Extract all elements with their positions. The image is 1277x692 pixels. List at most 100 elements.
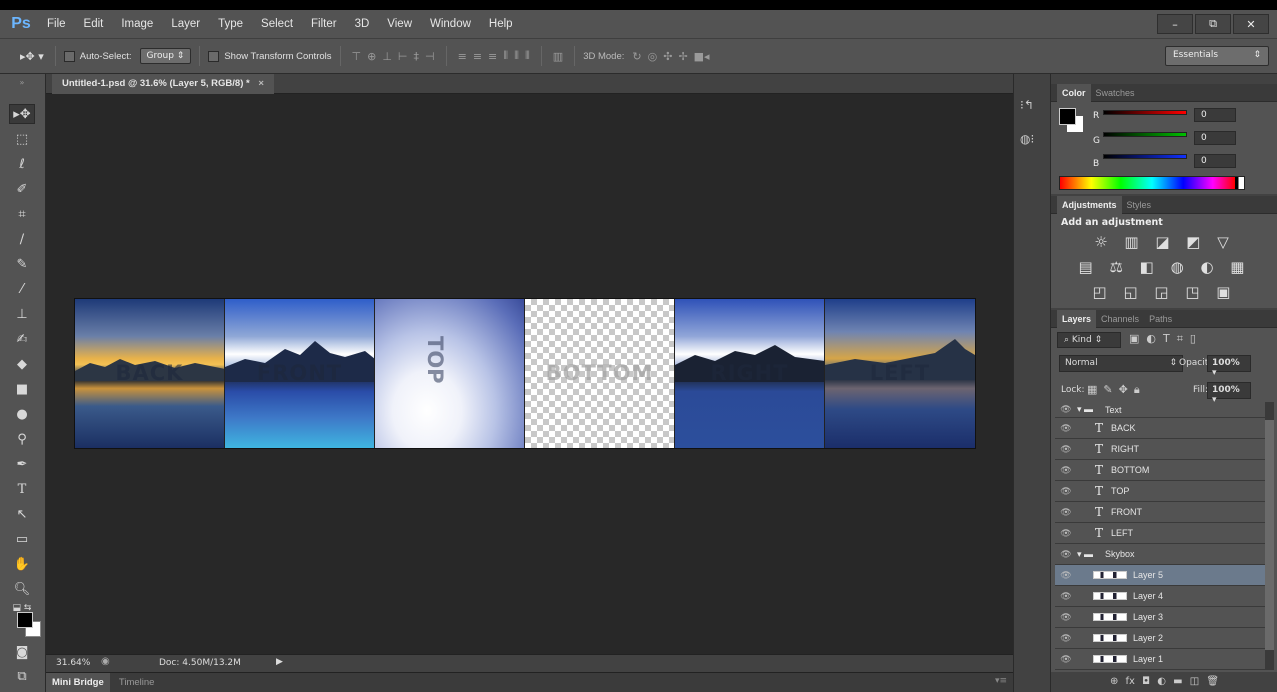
history-brush-tool-icon[interactable]: ✍ xyxy=(9,329,35,349)
lasso-tool-icon[interactable]: ℓ xyxy=(9,154,35,174)
eyedropper-tool-icon[interactable]: ∕ xyxy=(9,229,35,249)
align-bottom-icon[interactable]: ⊥ xyxy=(382,50,392,63)
menu-help[interactable]: Help xyxy=(480,10,522,38)
eye-icon[interactable]: 👁︎ xyxy=(1055,654,1077,665)
g-value[interactable]: 0 xyxy=(1194,131,1236,145)
eye-icon[interactable]: 👁︎ xyxy=(1055,465,1077,476)
type-tool-icon[interactable]: T xyxy=(9,479,35,499)
tab-layers[interactable]: Layers xyxy=(1057,309,1097,328)
layer-right[interactable]: 👁︎ T RIGHT xyxy=(1055,439,1265,460)
menu-layer[interactable]: Layer xyxy=(162,10,209,38)
crop-tool-icon[interactable]: ⌗ xyxy=(9,204,35,224)
transform-controls-checkbox[interactable] xyxy=(208,50,220,62)
align-vcenter-icon[interactable]: ⊕ xyxy=(367,50,376,63)
quick-mask-icon[interactable]: ◙ xyxy=(9,642,35,662)
healing-brush-tool-icon[interactable]: ✎ xyxy=(9,254,35,274)
opacity-value[interactable]: 100% ▾ xyxy=(1207,355,1251,378)
adjustment-icons-row-1[interactable]: ☼ ▥ ◪ ◩ ▽ xyxy=(1051,233,1277,251)
lock-icons[interactable]: ▦✎✥🔒︎ xyxy=(1087,383,1146,397)
tab-swatches[interactable]: Swatches xyxy=(1091,84,1140,102)
tab-paths[interactable]: Paths xyxy=(1144,310,1177,328)
layer-left[interactable]: 👁︎ T LEFT xyxy=(1055,523,1265,544)
adjustment-icons-row-3[interactable]: ◰ ◱ ◲ ◳ ▣ xyxy=(1051,283,1277,301)
color-spectrum-ramp[interactable] xyxy=(1059,176,1245,190)
tab-timeline[interactable]: Timeline xyxy=(113,673,161,692)
menu-file[interactable]: File xyxy=(38,10,75,38)
eye-icon[interactable]: 👁︎ xyxy=(1055,612,1077,623)
layer-3[interactable]: 👁︎ Layer 3 xyxy=(1055,607,1265,628)
eye-icon[interactable]: 👁︎ xyxy=(1055,549,1077,560)
eraser-tool-icon[interactable]: ◆ xyxy=(9,354,35,374)
3d-slide-icon[interactable]: ✢ xyxy=(678,50,687,63)
layer-front[interactable]: 👁︎ T FRONT xyxy=(1055,502,1265,523)
foreground-color-swatch[interactable] xyxy=(17,612,33,628)
close-tab-icon[interactable]: × xyxy=(258,78,264,89)
align-left-icon[interactable]: ⊢ xyxy=(398,50,408,63)
layer-top[interactable]: 👁︎ T TOP xyxy=(1055,481,1265,502)
menu-window[interactable]: Window xyxy=(421,10,480,38)
layer-bottom[interactable]: 👁︎ T BOTTOM xyxy=(1055,460,1265,481)
align-hcenter-icon[interactable]: ‡ xyxy=(414,50,420,63)
clone-stamp-tool-icon[interactable]: ⊥ xyxy=(9,304,35,324)
layer-filter-icons[interactable]: ▣◐T⌗▯ xyxy=(1129,332,1203,346)
fill-value[interactable]: 100% ▾ xyxy=(1207,382,1251,405)
layer-back[interactable]: 👁︎ T BACK xyxy=(1055,418,1265,439)
brush-tool-icon[interactable]: ⁄ xyxy=(9,279,35,299)
close-button[interactable]: ✕ xyxy=(1233,14,1269,34)
layer-group-skybox[interactable]: 👁︎ ▾ ▬ Skybox xyxy=(1055,544,1265,565)
eye-icon[interactable]: 👁︎ xyxy=(1055,423,1077,434)
scrollbar-thumb[interactable] xyxy=(1265,420,1274,650)
move-tool-icon[interactable]: ▸✥ xyxy=(9,104,35,124)
distribute-hcenter-icon[interactable]: ⦀ xyxy=(514,49,519,63)
3d-rotate-icon[interactable]: ↻ xyxy=(632,50,641,63)
menu-3d[interactable]: 3D xyxy=(346,10,379,38)
eye-icon[interactable]: 👁︎ xyxy=(1055,528,1077,539)
menu-filter[interactable]: Filter xyxy=(302,10,346,38)
menu-edit[interactable]: Edit xyxy=(75,10,113,38)
dodge-tool-icon[interactable]: ⚲ xyxy=(9,429,35,449)
eye-icon[interactable]: 👁︎ xyxy=(1055,507,1077,518)
distribute-right-icon[interactable]: ⦀ xyxy=(525,49,530,63)
layer-2[interactable]: 👁︎ Layer 2 xyxy=(1055,628,1265,649)
color-fg-swatch[interactable] xyxy=(1059,108,1076,125)
tab-channels[interactable]: Channels xyxy=(1096,310,1144,328)
layer-5[interactable]: 👁︎ Layer 5 xyxy=(1055,565,1265,586)
layers-footer-icons[interactable]: ⊕ fx ◘ ◐ ▬ ◫ 🗑 xyxy=(1051,672,1277,692)
folder-icon[interactable]: ▾ ▬ xyxy=(1077,549,1105,560)
path-selection-tool-icon[interactable]: ↖ xyxy=(9,504,35,524)
align-top-icon[interactable]: ⊤ xyxy=(352,50,362,63)
layers-scrollbar[interactable] xyxy=(1265,402,1274,670)
pen-tool-icon[interactable]: ✒ xyxy=(9,454,35,474)
tab-color[interactable]: Color xyxy=(1057,83,1091,102)
3d-roll-icon[interactable]: ◎ xyxy=(648,50,658,63)
share-icon[interactable]: ◉ xyxy=(101,656,110,667)
status-menu-arrow-icon[interactable]: ▶ xyxy=(276,657,283,667)
marquee-tool-icon[interactable]: ⬚ xyxy=(9,129,35,149)
g-slider[interactable] xyxy=(1103,132,1187,137)
zoom-tool-icon[interactable]: 🔍︎ xyxy=(9,579,35,599)
r-value[interactable]: 0 xyxy=(1194,108,1236,122)
hand-tool-icon[interactable]: ✋ xyxy=(9,554,35,574)
adjustment-icons-row-2[interactable]: ▤ ⚖ ◧ ◍ ◐ ▦ xyxy=(1051,258,1277,276)
document-tab[interactable]: Untitled-1.psd @ 31.6% (Layer 5, RGB/8) … xyxy=(52,74,274,94)
auto-select-dropdown[interactable]: Group ⇕ xyxy=(139,48,192,64)
zoom-level[interactable]: 31.64% xyxy=(56,658,90,668)
align-right-icon[interactable]: ⊣ xyxy=(425,50,435,63)
skybox-image[interactable]: BACK FRONT TOP BOTTOM RIGHT LEFT xyxy=(74,298,976,449)
tab-styles[interactable]: Styles xyxy=(1122,196,1157,214)
move-tool-preset-icon[interactable]: ▸✥ ▾ xyxy=(20,50,44,63)
b-slider[interactable] xyxy=(1103,154,1187,159)
folder-icon[interactable]: ▾ ▬ xyxy=(1077,404,1105,415)
distribute-top-icon[interactable]: ≡ xyxy=(458,50,467,63)
distribute-vcenter-icon[interactable]: ≡ xyxy=(473,50,482,63)
menu-select[interactable]: Select xyxy=(252,10,302,38)
distribute-left-icon[interactable]: ⦀ xyxy=(503,49,508,63)
layer-group-text[interactable]: 👁︎ ▾ ▬ Text xyxy=(1055,402,1265,418)
distribute-bottom-icon[interactable]: ≡ xyxy=(488,50,497,63)
tab-mini-bridge[interactable]: Mini Bridge xyxy=(46,673,110,692)
canvas-area[interactable]: BACK FRONT TOP BOTTOM RIGHT LEFT xyxy=(46,94,1013,654)
r-slider[interactable] xyxy=(1103,110,1187,115)
properties-panel-icon[interactable]: ◍⁝ xyxy=(1020,132,1034,146)
eye-icon[interactable]: 👁︎ xyxy=(1055,633,1077,644)
auto-align-icon[interactable]: ▥ xyxy=(553,50,563,63)
